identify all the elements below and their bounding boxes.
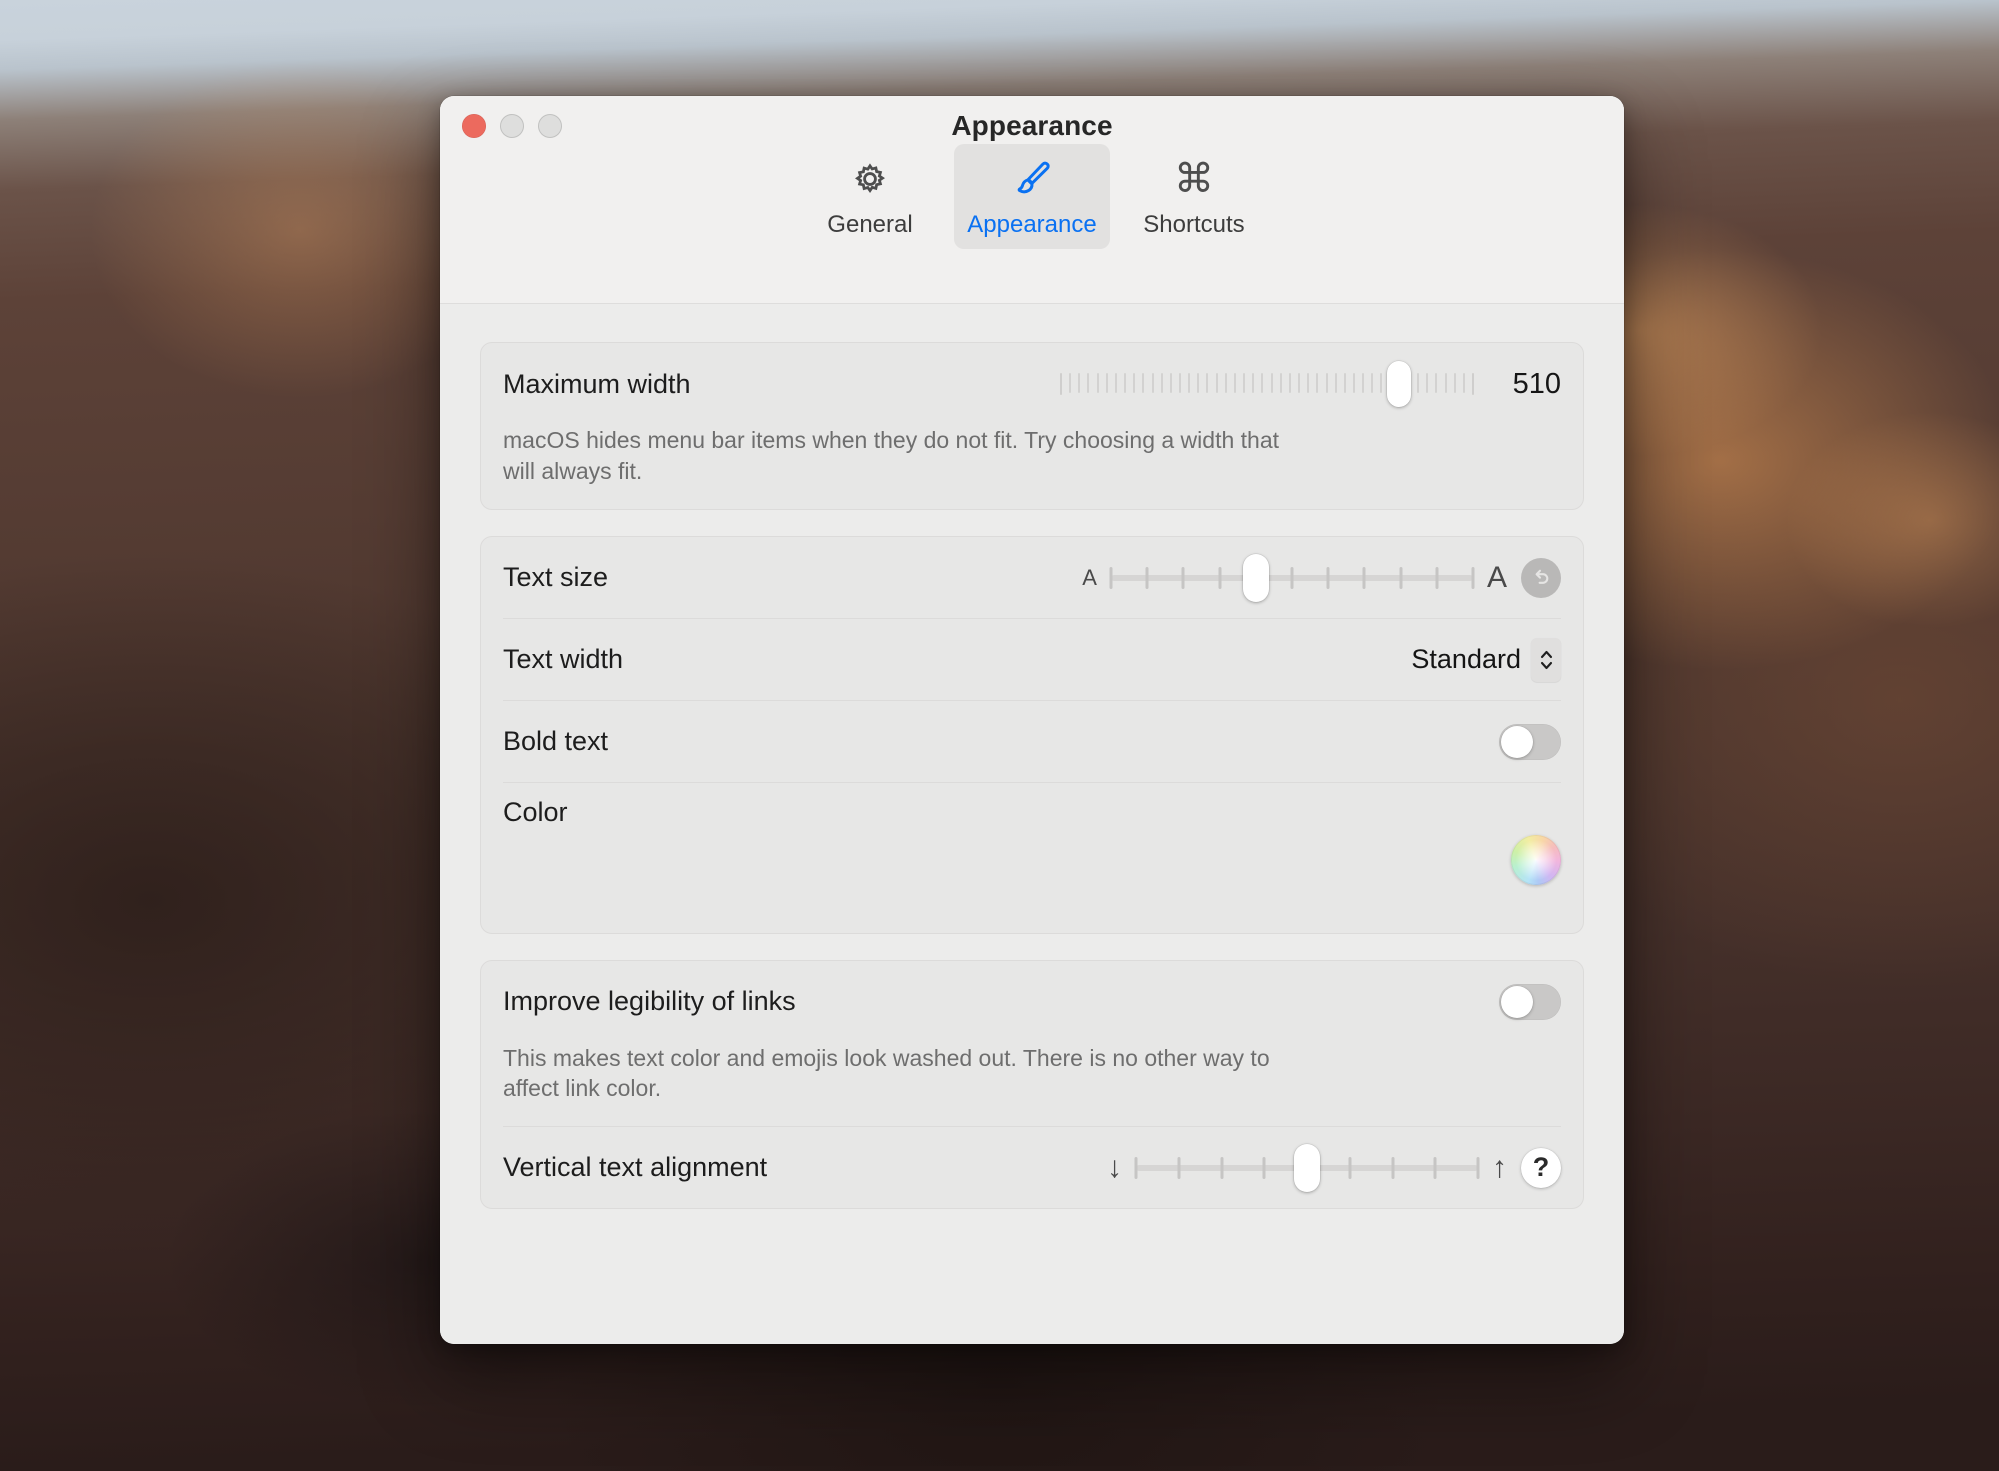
- command-icon: ⌘: [1174, 157, 1214, 201]
- text-width-popup[interactable]: Standard: [1411, 637, 1561, 682]
- tab-shortcuts[interactable]: ⌘ Shortcuts: [1116, 144, 1272, 249]
- maximum-width-description: macOS hides menu bar items when they do …: [503, 427, 1280, 484]
- text-width-value: Standard: [1411, 644, 1521, 675]
- toolbar: General Appearance ⌘ Shortcuts: [440, 144, 1624, 249]
- tab-general-label: General: [827, 211, 913, 238]
- text-size-slider[interactable]: [1109, 553, 1475, 602]
- maximum-width-label: Maximum width: [503, 368, 691, 399]
- row-vertical-text-alignment: Vertical text alignment ↓ ↑ ?: [503, 1126, 1561, 1208]
- tab-appearance[interactable]: Appearance: [954, 144, 1110, 249]
- maximum-width-slider[interactable]: [1060, 361, 1474, 407]
- arrow-up-icon: ↑: [1492, 1150, 1507, 1184]
- row-improve-legibility: Improve legibility of links: [503, 961, 1561, 1043]
- bold-text-toggle-knob: [1501, 725, 1533, 758]
- row-maximum-width: Maximum width 510: [503, 343, 1561, 425]
- improve-legibility-toggle-knob: [1501, 985, 1533, 1018]
- chevron-up-down-icon: [1531, 637, 1561, 682]
- window-titlebar: Appearance General Appearance ⌘ Shortcut…: [440, 96, 1624, 304]
- tab-appearance-label: Appearance: [967, 211, 1097, 238]
- appearance-preferences-window: Appearance General Appearance ⌘ Shortcut…: [440, 96, 1624, 1344]
- tab-general[interactable]: General: [792, 144, 948, 249]
- window-title: Appearance: [951, 110, 1113, 141]
- paintbrush-icon: [1011, 156, 1053, 202]
- text-size-slider-knob[interactable]: [1242, 553, 1269, 602]
- bold-text-label: Bold text: [503, 726, 609, 757]
- arrow-down-icon: ↓: [1107, 1150, 1122, 1184]
- vertical-text-alignment-slider[interactable]: [1134, 1143, 1480, 1192]
- settings-content: Maximum width 510 macOS hides menu bar i…: [440, 304, 1624, 1344]
- row-text-width: Text width Standard: [503, 619, 1561, 701]
- maximum-width-slider-knob[interactable]: [1386, 361, 1411, 407]
- group-maximum-width: Maximum width 510 macOS hides menu bar i…: [480, 342, 1584, 510]
- text-size-label: Text size: [503, 562, 609, 593]
- row-color: Color: [503, 783, 1561, 933]
- reset-arrow-icon[interactable]: [1521, 557, 1561, 598]
- row-bold-text: Bold text: [503, 701, 1561, 783]
- improve-legibility-description: This makes text color and emojis look wa…: [503, 1044, 1270, 1102]
- text-size-small-a-icon: A: [1082, 564, 1097, 590]
- vertical-text-alignment-slider-knob[interactable]: [1294, 1143, 1320, 1192]
- text-size-large-a-icon: A: [1486, 560, 1507, 594]
- group-links-alignment: Improve legibility of links This makes t…: [480, 959, 1584, 1210]
- row-text-size: Text size A A: [503, 537, 1561, 619]
- maximum-width-value: 510: [1512, 367, 1561, 400]
- improve-legibility-toggle[interactable]: [1499, 983, 1561, 1020]
- color-label: Color: [503, 796, 568, 827]
- group-text-appearance: Text size A A Text width Standard Bold t…: [480, 535, 1584, 934]
- bold-text-toggle[interactable]: [1499, 723, 1561, 760]
- gear-icon: [849, 156, 891, 202]
- improve-legibility-label: Improve legibility of links: [503, 986, 796, 1017]
- help-button[interactable]: ?: [1521, 1147, 1561, 1188]
- vertical-text-alignment-label: Vertical text alignment: [503, 1152, 768, 1183]
- text-width-label: Text width: [503, 644, 624, 675]
- tab-shortcuts-label: Shortcuts: [1143, 211, 1245, 238]
- color-wheel-icon[interactable]: [1511, 834, 1561, 885]
